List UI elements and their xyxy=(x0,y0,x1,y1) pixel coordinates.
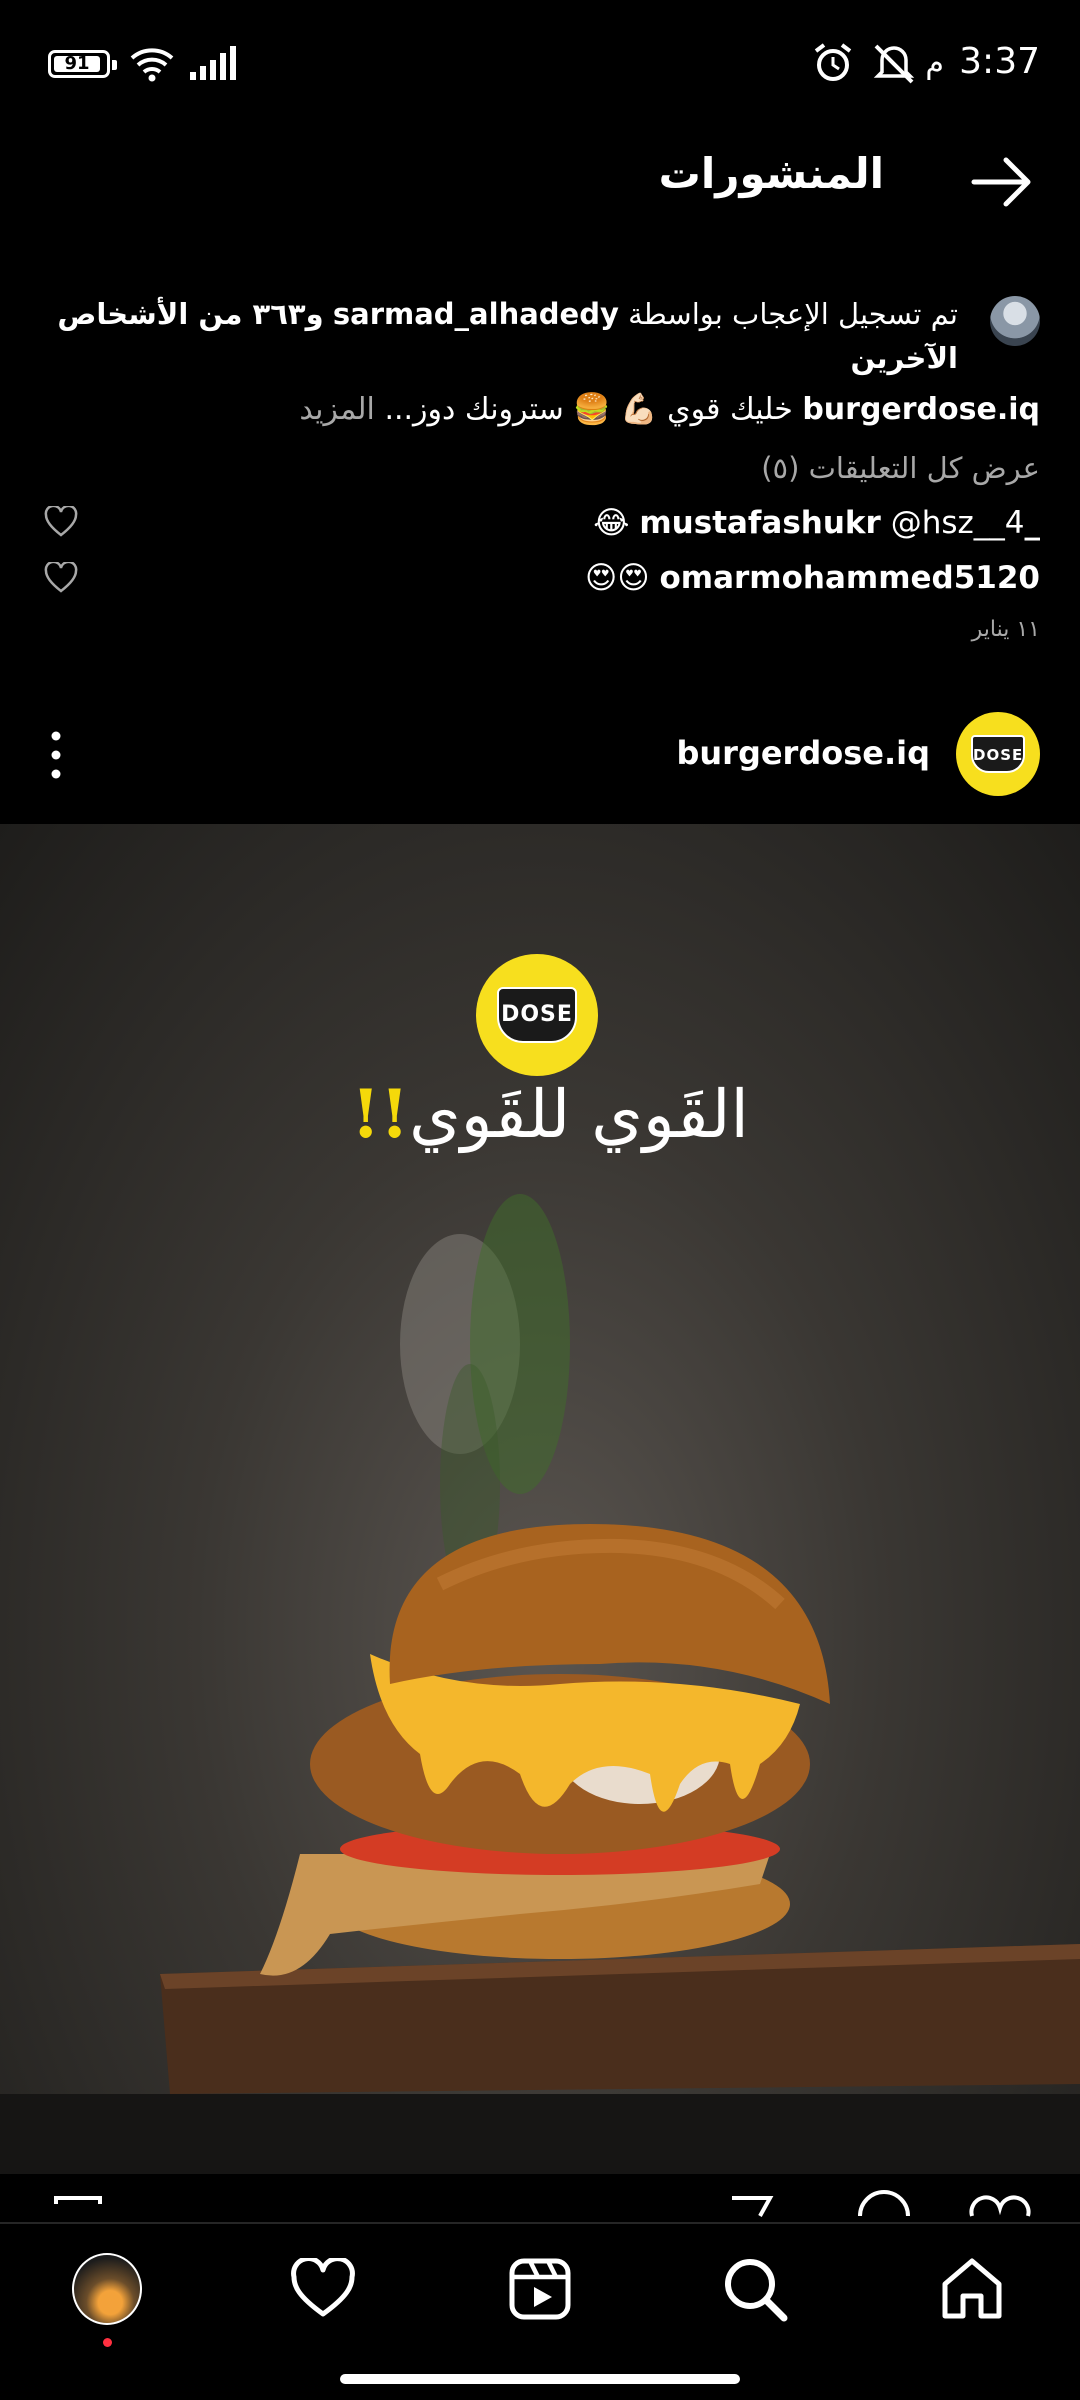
caption-more-link[interactable]: المزيد xyxy=(299,392,374,427)
nav-search[interactable] xyxy=(720,2254,790,2324)
post-slogan: القَوي للقَوي!! xyxy=(340,1064,760,1165)
status-bar: 91 م 3:37 xyxy=(0,0,1080,120)
nav-home[interactable] xyxy=(937,2254,1007,2324)
bookmark-icon[interactable] xyxy=(54,2196,102,2204)
nav-reels[interactable] xyxy=(505,2254,575,2324)
comment-row: _mustafashukr @hsz__4 😂 xyxy=(40,498,1040,548)
post-caption: burgerdose.iq خليك قوي 💪🏻 🍔 سترونك دوز..… xyxy=(40,386,1040,434)
status-time: 3:37 xyxy=(959,41,1040,82)
home-icon[interactable] xyxy=(939,2256,1005,2322)
post-header: DOSE burgerdose.iq xyxy=(0,700,1080,810)
like-icon[interactable] xyxy=(969,2195,1031,2217)
comment-icon[interactable] xyxy=(858,2190,910,2217)
top-bar: المنشورات xyxy=(0,120,1080,240)
post-username[interactable]: burgerdose.iq xyxy=(676,730,930,776)
liker-username[interactable]: sarmad_alhadedy xyxy=(333,297,619,331)
notification-dot xyxy=(103,2338,112,2347)
nav-activity[interactable] xyxy=(288,2254,358,2324)
more-vertical-icon[interactable] xyxy=(50,730,62,780)
vibrate-off-icon xyxy=(873,44,915,84)
search-icon[interactable] xyxy=(722,2256,788,2322)
post-date: ١١ يناير xyxy=(971,617,1040,642)
likes-text: تم تسجيل الإعجاب بواسطة sarmad_alhadedy … xyxy=(40,292,958,380)
ampm-indicator: م xyxy=(925,46,944,81)
brand-logo: DOSE xyxy=(971,735,1025,773)
post-image[interactable]: DOSE القَوي للقَوي!! xyxy=(0,824,1080,2174)
page-title: المنشورات xyxy=(658,149,884,198)
slogan-exclamation: !! xyxy=(351,1075,410,1153)
comment-text: 😍😍 xyxy=(585,560,650,596)
alarm-icon xyxy=(814,43,852,81)
post-actions-bar xyxy=(0,2176,1080,2222)
profile-avatar[interactable] xyxy=(72,2253,142,2325)
arrow-right-icon[interactable] xyxy=(970,150,1034,214)
wifi-icon xyxy=(130,48,174,82)
heart-icon[interactable] xyxy=(44,562,78,594)
slogan-text: القَوي للقَوي xyxy=(409,1076,749,1153)
reels-icon[interactable] xyxy=(508,2257,572,2321)
heart-icon[interactable] xyxy=(290,2258,356,2320)
likes-summary[interactable]: تم تسجيل الإعجاب بواسطة sarmad_alhadedy … xyxy=(40,292,1040,380)
liker-avatar[interactable] xyxy=(990,296,1040,346)
caption-text: خليك قوي 💪🏻 🍔 سترونك دوز... xyxy=(384,392,793,427)
image-brand-logo: DOSE xyxy=(476,954,598,1076)
share-icon[interactable] xyxy=(732,2196,774,2217)
caption-username[interactable]: burgerdose.iq xyxy=(802,392,1040,427)
comment-row: omarmohammed5120 😍😍 xyxy=(40,553,1040,603)
signal-icon xyxy=(190,46,236,80)
bottom-navigation xyxy=(0,2222,1080,2362)
battery-level: 91 xyxy=(54,55,100,73)
heart-icon[interactable] xyxy=(44,506,78,538)
post-author-avatar[interactable]: DOSE xyxy=(956,712,1040,796)
nav-profile[interactable] xyxy=(72,2253,142,2325)
image-logo-shield: DOSE xyxy=(497,987,577,1043)
comment-username[interactable]: omarmohammed5120 xyxy=(660,560,1041,596)
view-all-comments-link[interactable]: عرض كل التعليقات (٥) xyxy=(761,444,1040,492)
battery-icon: 91 xyxy=(48,50,117,78)
home-indicator[interactable] xyxy=(340,2374,740,2384)
likes-prefix: تم تسجيل الإعجاب بواسطة xyxy=(628,297,958,331)
